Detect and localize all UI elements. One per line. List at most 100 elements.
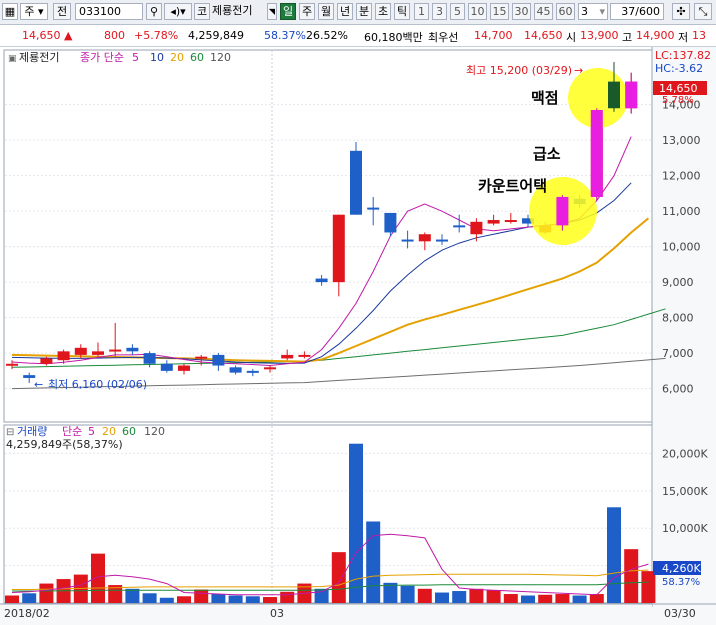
period-month-tab[interactable]: 월 — [318, 3, 334, 20]
interval-5-button[interactable]: 5 — [450, 3, 465, 20]
annotation-maekjeom: 맥점 — [531, 89, 559, 107]
legend-ma5: 5 — [132, 51, 139, 64]
price-tick-label: 11,000 — [662, 205, 701, 218]
change-rate: +5.78% — [134, 29, 179, 42]
high-note: 최고 15,200 (03/29) — [466, 64, 572, 77]
volume-bar — [624, 549, 639, 603]
volume-panel-icon[interactable]: ⊟ — [6, 427, 14, 438]
legend-volume-ma5: 5 — [88, 425, 95, 438]
volume-bar — [572, 595, 587, 603]
legend-volume-ma60: 60 — [122, 425, 136, 438]
legend-ma60: 60 — [190, 51, 204, 64]
legend-volume-name: 거래량 — [17, 425, 47, 438]
grid-menu-icon[interactable]: ▦ — [2, 3, 18, 20]
candle-body — [109, 349, 122, 352]
candle-body — [487, 220, 500, 224]
expand-icon[interactable]: ⤡ — [694, 3, 712, 20]
period-tick-tab[interactable]: 틱 — [394, 3, 410, 20]
period-minute-tab[interactable]: 분 — [356, 3, 372, 20]
volume-bar — [142, 593, 157, 603]
legend-ma20: 20 — [170, 51, 184, 64]
kospi-badge: 코 — [194, 3, 210, 20]
candle-body — [264, 367, 276, 370]
volume-bar — [39, 583, 54, 603]
candle-body — [332, 214, 345, 283]
price-legend: ▣ 제룡전기 종가 단순 5 10 20 60 120 — [8, 51, 231, 64]
best-quote-label: 최우선 — [428, 31, 459, 44]
low-note: 최저 6,160 (02/06) — [48, 378, 147, 391]
high-price: 14,900 — [636, 29, 675, 42]
trade-volume: 4,259,849 — [188, 29, 244, 42]
legend-ma120: 120 — [210, 51, 231, 64]
chart-area[interactable]: 14,00013,00012,00011,00010,0009,0008,000… — [0, 47, 716, 625]
ask-price: 14,700 — [474, 29, 513, 42]
interval-1-button[interactable]: 1 — [414, 3, 429, 20]
interval-30-button[interactable]: 30 — [512, 3, 531, 20]
candle-body — [298, 354, 311, 357]
candle-body — [246, 370, 259, 373]
period-second-tab[interactable]: 초 — [375, 3, 391, 20]
legend-volume-ma: 단순 — [62, 425, 82, 438]
volume-bar — [400, 585, 415, 603]
volume-bar — [435, 592, 449, 603]
high-label: 고 — [622, 31, 633, 44]
volume-bar — [538, 594, 553, 603]
low-price: 13 — [692, 29, 706, 42]
stock-code-input[interactable]: 033100 — [75, 3, 143, 20]
candle-body — [350, 150, 362, 215]
volume-bar — [503, 594, 518, 603]
magnifier-icon[interactable]: ⚲ — [146, 3, 162, 20]
interval-3-button[interactable]: 3 — [432, 3, 447, 20]
volume-bar — [245, 596, 260, 603]
volume-bar — [521, 595, 535, 603]
highlight-candle-body — [625, 81, 638, 109]
open-label: 시 — [566, 31, 577, 44]
current-price: 14,650 — [22, 29, 61, 42]
price-tick-label: 6,000 — [662, 383, 694, 396]
volume-bar — [331, 552, 346, 603]
volume-bar — [22, 593, 37, 603]
period-day-tab[interactable]: 일 — [280, 3, 296, 20]
current-volume-label: 4,259,849주(58,37%) — [6, 438, 123, 451]
interval-input[interactable]: 3 ▾ — [578, 3, 608, 20]
candle-body — [74, 347, 87, 355]
candle-body — [212, 354, 225, 366]
legend-stock-name: 제룡전기 — [19, 51, 59, 64]
interval-15-button[interactable]: 15 — [490, 3, 509, 20]
price-tick-label: 8,000 — [662, 312, 694, 325]
crosshair-icon[interactable]: ✣ — [672, 3, 690, 20]
panel-icon[interactable]: ▣ — [8, 54, 17, 64]
interval-45-button[interactable]: 45 — [534, 3, 553, 20]
bid-price: 14,650 — [524, 29, 563, 42]
volume-bar — [159, 597, 174, 603]
volume-bar — [555, 594, 570, 603]
candle-body — [6, 363, 18, 366]
candle-body — [315, 278, 328, 283]
speaker-icon[interactable]: ◂)▾ — [164, 3, 192, 20]
candle-body — [436, 239, 448, 242]
volume-bar — [194, 589, 209, 603]
candle-body — [126, 347, 139, 352]
turnover-rate: 26.52% — [306, 29, 348, 42]
candle-body — [195, 356, 208, 359]
stock-name-dropdown-icon[interactable]: ◥ — [267, 3, 277, 20]
volume-bar — [469, 588, 484, 603]
interval-10-button[interactable]: 10 — [468, 3, 487, 20]
volume-tick-label: 10,000K — [662, 522, 708, 535]
candle-body — [229, 367, 242, 373]
market-select-label: 주 — [24, 5, 35, 18]
price-tick-label: 10,000 — [662, 241, 701, 254]
period-week-tab[interactable]: 주 — [299, 3, 315, 20]
price-tick-label: 9,000 — [662, 276, 694, 289]
legend-ma-label: 종가 단순 — [80, 51, 124, 64]
up-arrow-icon: ▲ — [64, 29, 73, 42]
jeon-button[interactable]: 전 — [53, 3, 71, 20]
price-change: 800 — [104, 29, 125, 42]
market-select[interactable]: 주 ▾ — [20, 3, 48, 20]
period-year-tab[interactable]: 년 — [337, 3, 353, 20]
volume-bar — [366, 521, 381, 603]
candle-body — [401, 239, 414, 242]
volume-bar — [280, 591, 295, 603]
candle-body — [384, 212, 397, 233]
interval-60-button[interactable]: 60 — [556, 3, 575, 20]
